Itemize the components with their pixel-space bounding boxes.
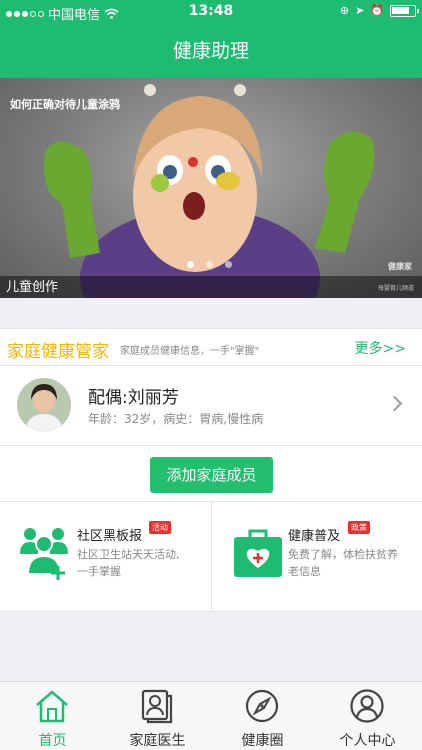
banner-watermark-sub: 母婴育儿频道 xyxy=(377,285,414,292)
doctor-card-icon xyxy=(141,689,173,724)
card-desc-line: 免费了解，体检扶贫养 xyxy=(288,548,398,561)
card-desc-line: 一手掌握 xyxy=(77,565,121,578)
card-description: 社区卫生站天天活动, 一手掌握 xyxy=(77,546,180,580)
family-member-row[interactable]: 配偶:刘丽芳 年龄：32岁，病史：胃病,慢性病 xyxy=(0,366,422,446)
card-description: 免费了解，体检扶贫养 老信息 xyxy=(288,546,398,580)
card-title: 健康普及 xyxy=(288,529,341,544)
status-right: ⊕ ➤ ⏰ xyxy=(339,4,419,17)
card-title: 社区黑板报 xyxy=(77,529,143,544)
home-icon xyxy=(36,690,68,723)
chevron-right-icon xyxy=(386,395,403,412)
add-member-button[interactable]: 添加家庭成员 xyxy=(150,457,273,493)
family-health-header: 家庭健康管家 家庭成员健康信息，一手"掌握" 更多>> xyxy=(0,328,422,366)
avatar xyxy=(17,378,71,432)
community-board-card[interactable]: 社区黑板报 活动 社区卫生站天天活动, 一手掌握 xyxy=(0,502,211,613)
card-desc-line: 社区卫生站天天活动, xyxy=(77,548,180,561)
banner-watermark: 健康家 xyxy=(388,262,412,271)
top-bar: 中国电信 13:48 ⊕ ➤ ⏰ 健康助理 xyxy=(0,0,422,78)
location-arrow-icon: ➤ xyxy=(355,4,365,17)
member-name: 配偶:刘丽芳 xyxy=(88,388,179,408)
health-info-card[interactable]: 健康普及 政策 免费了解，体检扶贫养 老信息 xyxy=(212,502,422,613)
tab-personal-center[interactable]: 个人中心 xyxy=(315,682,420,750)
carousel-dot[interactable] xyxy=(206,261,213,268)
orientation-lock-icon: ⊕ xyxy=(339,4,350,17)
community-group-icon xyxy=(20,528,68,580)
tab-label: 个人中心 xyxy=(339,733,396,749)
member-info: 年龄：32岁，病史：胃病,慢性病 xyxy=(88,412,264,426)
alarm-clock-icon: ⏰ xyxy=(370,4,384,17)
banner-carousel[interactable]: 如何正确对待儿童涂鸦 健康家 儿童创作 母婴育儿频道 xyxy=(0,78,422,298)
card-desc-line: 老信息 xyxy=(288,565,321,578)
tab-home[interactable]: 首页 xyxy=(0,682,105,750)
status-bar: 中国电信 13:48 ⊕ ➤ ⏰ xyxy=(0,0,422,23)
section-subtitle: 家庭成员健康信息，一手"掌握" xyxy=(120,346,260,357)
page-title: 健康助理 xyxy=(172,40,249,62)
section-title: 家庭健康管家 xyxy=(7,342,109,362)
carousel-indicator xyxy=(187,261,232,268)
banner-caption-bar xyxy=(0,276,422,298)
carousel-dot[interactable] xyxy=(225,261,232,268)
medical-kit-icon xyxy=(234,529,282,577)
banner-headline: 如何正确对待儿童涂鸦 xyxy=(10,98,120,111)
tab-label: 健康圈 xyxy=(241,733,284,749)
battery-icon xyxy=(390,4,419,17)
more-link[interactable]: 更多>> xyxy=(355,338,406,358)
tab-label: 首页 xyxy=(38,733,67,749)
tab-label: 家庭医生 xyxy=(129,733,186,749)
banner-caption: 儿童创作 xyxy=(6,280,59,295)
feature-cards: 社区黑板报 活动 社区卫生站天天活动, 一手掌握 健康普及 政策 免费了解，体检… xyxy=(0,501,422,613)
tab-bar: 首页 家庭医生 健康圈 个人中心 xyxy=(0,681,422,750)
activity-badge: 活动 xyxy=(149,521,171,534)
compass-icon xyxy=(245,689,279,723)
policy-badge: 政策 xyxy=(348,521,370,534)
tab-health-circle[interactable]: 健康圈 xyxy=(210,682,315,750)
tab-family-doctor[interactable]: 家庭医生 xyxy=(105,682,210,750)
add-member-area: 添加家庭成员 xyxy=(0,446,422,501)
user-icon xyxy=(350,689,384,723)
carousel-dot[interactable] xyxy=(187,261,194,268)
